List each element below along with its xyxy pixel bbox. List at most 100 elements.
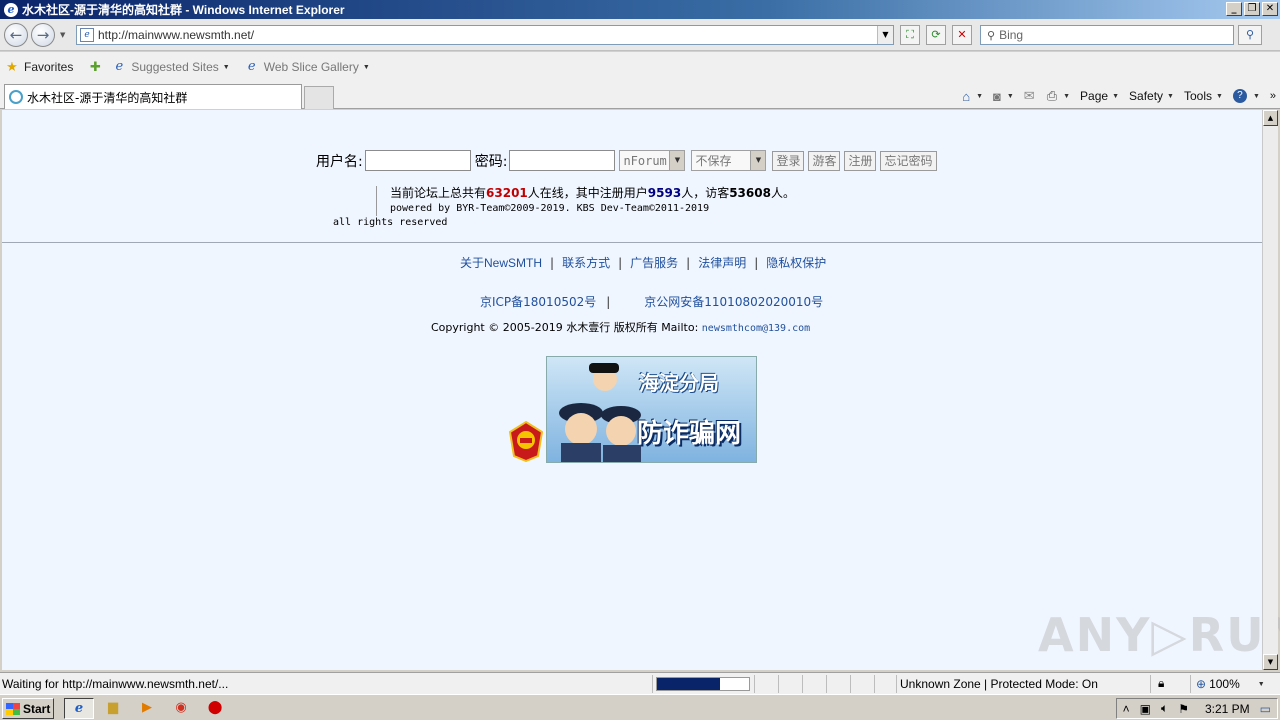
mail-icon: ✉ <box>1023 88 1035 103</box>
start-button[interactable]: Start <box>2 698 54 719</box>
favorites-button[interactable]: ★ Favorites <box>4 59 73 75</box>
suggested-sites-link[interactable]: e Suggested Sites ▼ <box>111 59 230 75</box>
online-count: 63201 <box>486 186 528 200</box>
ie-page-icon: e <box>115 59 124 74</box>
horizontal-rule <box>2 242 1262 243</box>
search-input[interactable]: ⚲ Bing <box>980 25 1234 45</box>
add-favorite-button[interactable]: ✚ <box>87 59 107 75</box>
footer-links: 关于NewSMTH | 联系方式 | 广告服务 | 法律声明 | 隐私权保护 <box>460 254 826 271</box>
progress-bar <box>656 677 750 691</box>
username-input[interactable] <box>364 150 471 171</box>
legal-link[interactable]: 法律声明 <box>698 254 746 271</box>
anti-fraud-banner[interactable]: 海淀分局 防诈骗网 <box>546 356 757 463</box>
web-slice-gallery-link[interactable]: e Web Slice Gallery ▼ <box>244 59 370 75</box>
forum-mode-select[interactable]: nForum ▼ <box>619 150 686 171</box>
tools-menu[interactable]: Tools ▼ <box>1184 89 1223 103</box>
refresh-icon: ⟳ <box>931 28 941 41</box>
network-icon[interactable]: ▣ <box>1140 702 1151 716</box>
page-menu[interactable]: Page ▼ <box>1080 89 1119 103</box>
status-divider <box>754 675 755 693</box>
scroll-up-icon[interactable]: ▲ <box>1263 110 1278 126</box>
stop-button[interactable]: ✕ <box>952 25 972 45</box>
zoom-icon: ⊕ <box>1196 677 1207 691</box>
back-arrow-icon: ← <box>9 26 23 44</box>
restore-button[interactable]: ❐ <box>1244 2 1260 16</box>
vertical-scrollbar[interactable]: ▲ ▼ <box>1262 110 1278 670</box>
print-button[interactable]: ⎙ ▼ <box>1047 88 1070 104</box>
more-commands-button[interactable]: » <box>1270 90 1276 102</box>
close-button[interactable]: ✕ <box>1262 2 1278 16</box>
about-link[interactable]: 关于NewSMTH <box>460 254 542 271</box>
forward-button[interactable]: → <box>31 23 55 47</box>
login-form: 用户名: 密码: nForum ▼ 不保存 ▼ 登录 游客 注册 忘记密码 <box>316 150 941 171</box>
action-center-icon[interactable]: ⚑ <box>1178 702 1189 716</box>
security-zone[interactable]: Unknown Zone | Protected Mode: On <box>900 677 1098 691</box>
zoom-button[interactable]: ⊕ 100% ▼ <box>1196 677 1265 691</box>
login-button[interactable]: 登录 <box>772 150 805 171</box>
taskbar-ie-icon[interactable]: e <box>64 698 94 719</box>
password-input[interactable] <box>509 150 616 171</box>
read-mail-button[interactable]: ✉ <box>1024 88 1037 104</box>
scroll-down-icon[interactable]: ▼ <box>1263 654 1278 670</box>
status-divider <box>778 675 779 693</box>
address-url[interactable]: http://mainwww.newsmth.net/ <box>98 28 254 42</box>
copyright-text: Copyright © 2005-2019 水木壹行 版权所有 Mailto: <box>431 321 699 334</box>
history-dropdown-icon[interactable]: ▼ <box>60 31 65 39</box>
tab-active[interactable]: 水木社区-源于清华的高知社群 <box>4 84 302 109</box>
minimize-button[interactable]: _ <box>1226 2 1242 16</box>
stats-prefix: 当前论坛上总共有 <box>390 186 487 200</box>
help-button[interactable]: ? ▼ <box>1232 89 1260 103</box>
favorites-bar: ★ Favorites ✚ e Suggested Sites ▼ e Web … <box>0 52 1280 82</box>
taskbar-app-icon[interactable]: ⬤ <box>200 698 230 719</box>
ads-link[interactable]: 广告服务 <box>630 254 678 271</box>
volume-icon[interactable]: 🔈︎ <box>1161 701 1168 716</box>
taskbar-media-player-icon[interactable]: ▶ <box>132 698 162 719</box>
tools-menu-label: Tools <box>1183 89 1212 103</box>
tab-bar: 水木社区-源于清华的高知社群 ⌂ ▼ ◙ ▼ ✉ ⎙ ▼ Page ▼ Safety ▼ … <box>0 82 1280 109</box>
system-tray: ˄ ▣ 🔈︎ ⚑ 3:21 PM ▭ <box>1115 698 1278 719</box>
feeds-button[interactable]: ◙ ▼ <box>993 89 1014 104</box>
taskbar-explorer-icon[interactable]: ▆ <box>98 698 128 719</box>
address-bar[interactable]: e http://mainwww.newsmth.net/ ▼ <box>76 25 894 45</box>
favorites-label: Favorites <box>24 60 74 74</box>
refresh-button[interactable]: ⟳ <box>926 25 946 45</box>
chevron-down-icon: ▼ <box>669 151 685 170</box>
separator: | <box>550 255 555 270</box>
registered-count: 9593 <box>647 186 682 200</box>
stop-icon: ✕ <box>957 28 967 41</box>
page-icon: e <box>80 28 94 42</box>
separator: | <box>686 255 691 270</box>
save-login-select[interactable]: 不保存 ▼ <box>691 150 767 171</box>
compatibility-view-button[interactable]: ⛶ <box>900 25 920 45</box>
safety-menu[interactable]: Safety ▼ <box>1129 89 1174 103</box>
taskbar-chrome-icon[interactable]: ◉ <box>166 698 196 719</box>
address-dropdown-icon[interactable]: ▼ <box>877 26 893 44</box>
taskbar: Start e ▆ ▶ ◉ ⬤ ˄ ▣ 🔈︎ ⚑ 3:21 PM ▭ <box>0 694 1280 720</box>
progress-fill <box>657 678 720 690</box>
back-button[interactable]: ← <box>4 23 28 47</box>
clock[interactable]: 3:21 PM <box>1205 702 1250 716</box>
search-button[interactable]: ⚲ <box>1238 25 1262 45</box>
lock-icon[interactable]: 🔒︎ <box>1158 676 1164 691</box>
register-button[interactable]: 注册 <box>844 150 877 171</box>
police-badge-icon <box>508 420 544 462</box>
status-divider <box>826 675 827 693</box>
compatibility-icon: ⛶ <box>906 28 914 41</box>
home-icon: ⌂ <box>962 88 971 104</box>
chevron-down-icon: ▼ <box>1006 92 1014 100</box>
forgot-password-button[interactable]: 忘记密码 <box>880 150 937 171</box>
new-tab-button[interactable] <box>304 86 334 109</box>
icp-link[interactable]: 京ICP备18010502号 <box>480 293 596 310</box>
show-desktop-icon[interactable]: ▭ <box>1260 702 1271 716</box>
tray-expand-icon[interactable]: ˄ <box>1123 702 1130 716</box>
guest-count: 53608 <box>729 186 771 200</box>
icp-row: 京ICP备18010502号 | 京公网安备11010802020010号 <box>480 293 823 310</box>
privacy-link[interactable]: 隐私权保护 <box>766 254 826 271</box>
home-button[interactable]: ⌂ ▼ <box>962 89 983 104</box>
contact-link[interactable]: 联系方式 <box>562 254 610 271</box>
chevron-down-icon: ▼ <box>750 151 766 170</box>
guest-button[interactable]: 游客 <box>808 150 841 171</box>
email-link[interactable]: newsmthcom@139.com <box>702 323 810 334</box>
police-record-link[interactable]: 京公网安备11010802020010号 <box>644 293 823 310</box>
separator: | <box>606 294 611 309</box>
